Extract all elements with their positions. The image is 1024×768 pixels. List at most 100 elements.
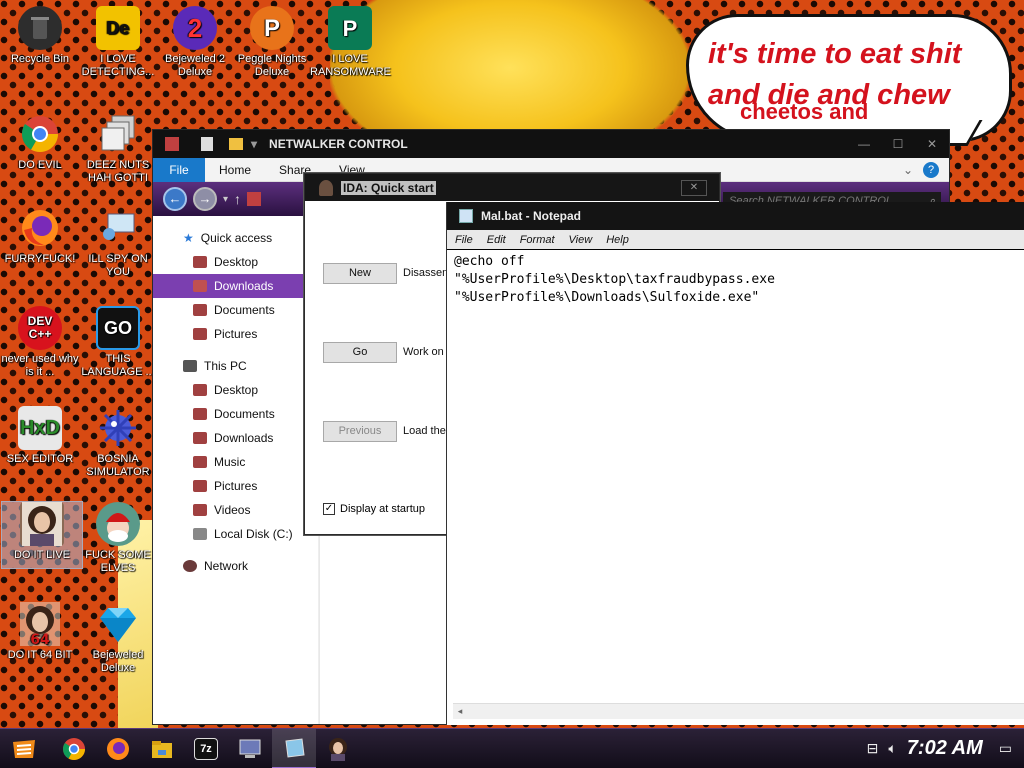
minimize-button[interactable]: — <box>847 137 881 151</box>
menu-view[interactable]: View <box>569 234 593 246</box>
notepad-menubar: File Edit Format View Help <box>447 230 1024 250</box>
desktop-icon-label: Recycle Bin <box>10 53 70 65</box>
file-explorer-icon <box>152 740 172 758</box>
nav-quick-access[interactable]: ★ Quick access <box>153 226 318 250</box>
start-button[interactable] <box>0 729 48 768</box>
nav-pc-local-disk[interactable]: Local Disk (C:) <box>153 522 318 546</box>
volume-icon[interactable]: 🔈︎ <box>888 740 896 757</box>
explorer-qat-dropdown-icon[interactable]: ▾ <box>251 137 257 151</box>
ribbon-tab-file[interactable]: File <box>153 157 205 182</box>
nav-network[interactable]: Network <box>153 554 318 578</box>
menu-help[interactable]: Help <box>606 234 629 246</box>
ribbon-tab-home[interactable]: Home <box>205 163 265 177</box>
desktop-icon-label: BOSNIA SIMULATOR <box>86 453 150 478</box>
desktop-icon-furryfuck[interactable]: FURRYFUCK! <box>0 206 80 266</box>
desktop-icon-do-it-live[interactable]: DO IT LIVE <box>1 501 83 569</box>
nav-pc-videos[interactable]: Videos <box>153 498 318 522</box>
action-center-icon[interactable]: ▭ <box>999 740 1012 757</box>
notepad-text-area[interactable]: @echo off "%UserProfile%\Desktop\taxfrau… <box>454 253 1014 701</box>
publisher-icon: P <box>328 6 372 50</box>
nav-label: Downloads <box>214 431 274 445</box>
desktop-icon-bejeweled-deluxe[interactable]: Bejeweled Deluxe <box>78 602 158 675</box>
back-button[interactable]: ← <box>163 187 187 211</box>
nav-label: Pictures <box>214 479 258 493</box>
clock[interactable]: 7:02 AM <box>907 737 983 760</box>
close-button[interactable]: ✕ <box>915 137 949 151</box>
pictures-icon <box>193 328 207 340</box>
desktop-icon-i-love-detecting[interactable]: De I LOVE DETECTING... <box>78 6 158 79</box>
horizontal-scrollbar[interactable]: ◂ <box>453 703 1024 719</box>
nav-quick-pictures[interactable]: Pictures <box>153 322 318 346</box>
nav-pc-pictures[interactable]: Pictures <box>153 474 318 498</box>
scroll-left-icon[interactable]: ◂ <box>453 704 467 718</box>
ida-close-button[interactable]: ✕ <box>681 179 707 196</box>
nav-pc-music[interactable]: Music <box>153 450 318 474</box>
desktop-icon-do-it-64-bit[interactable]: 64 DO IT 64 BIT <box>0 602 80 662</box>
system-tray: ⊟ 🔈︎ 7:02 AM ▭ <box>867 737 1024 760</box>
maximize-button[interactable]: ☐ <box>881 137 915 151</box>
desktop-icon-devcpp[interactable]: DEV C++ never used why is it ... <box>0 306 80 379</box>
videos-icon <box>193 504 207 516</box>
desktop-icon-label: Peggle Nights Deluxe <box>237 53 307 78</box>
nav-quick-documents[interactable]: Documents <box>153 298 318 322</box>
ida-display-at-startup[interactable]: ✓ Display at startup <box>323 503 425 515</box>
taskbar-firefox[interactable] <box>96 729 140 768</box>
notepad-titlebar[interactable]: Mal.bat - Notepad <box>447 202 1024 230</box>
ribbon-expand-icon[interactable]: ⌄ <box>903 163 913 177</box>
nav-quick-desktop[interactable]: Desktop <box>153 250 318 274</box>
desktop-icon-i-love-ransomware[interactable]: P I LOVE RANSOMWARE <box>310 6 391 79</box>
explorer-qat-properties-icon[interactable] <box>201 137 213 151</box>
desktop-icon-this-language[interactable]: GO THIS LANGUAGE ... <box>78 306 158 379</box>
nav-label: Documents <box>214 303 275 317</box>
ida-new-description: Disassem <box>403 267 452 279</box>
nav-pc-desktop[interactable]: Desktop <box>153 378 318 402</box>
nav-label: Desktop <box>214 255 259 269</box>
nav-pc-downloads[interactable]: Downloads <box>153 426 318 450</box>
explorer-titlebar[interactable]: ▾ NETWALKER CONTROL — ☐ ✕ <box>153 130 949 158</box>
up-button[interactable]: ↑ <box>234 191 241 207</box>
notepad-window[interactable]: Mal.bat - Notepad File Edit Format View … <box>446 202 1024 725</box>
nav-label: Documents <box>214 407 275 421</box>
ida-new-button[interactable]: New <box>323 263 397 284</box>
diamond-icon <box>96 602 140 646</box>
desktop-icon-label: FURRYFUCK! <box>4 253 76 265</box>
forward-button[interactable]: → <box>193 187 217 211</box>
recycle-bin-icon <box>18 6 62 50</box>
nav-this-pc[interactable]: This PC <box>153 354 318 378</box>
desktop-icon-recycle-bin[interactable]: Recycle Bin <box>0 6 80 66</box>
recent-locations-icon[interactable]: ▾ <box>223 194 228 205</box>
desktop-icon-fuck-some-elves[interactable]: FUCK SOME ELVES <box>78 502 158 575</box>
desktop-icon-label: never used why is it ... <box>1 353 79 378</box>
ida-go-button[interactable]: Go <box>323 342 397 363</box>
notepad-title: Mal.bat - Notepad <box>481 209 582 223</box>
desktop-icon-do-evil[interactable]: DO EVIL <box>0 112 80 172</box>
taskbar-file-explorer[interactable] <box>140 729 184 768</box>
nav-quick-downloads[interactable]: Downloads <box>153 274 318 298</box>
desktop-icon-deez-nuts[interactable]: DEEZ NUTS HAH GOTTI <box>78 112 158 185</box>
desktop-icon-bejeweled-2[interactable]: 2 Bejeweled 2 Deluxe <box>155 6 235 79</box>
7zip-icon: 7z <box>194 737 218 760</box>
help-icon[interactable]: ? <box>923 161 939 178</box>
taskbar-7zip[interactable]: 7z <box>184 729 228 768</box>
desktop-icon-bosnia-simulator[interactable]: BOSNIA SIMULATOR <box>78 406 158 479</box>
taskbar-portrait-app[interactable] <box>316 729 360 768</box>
taskbar-chrome[interactable] <box>52 729 96 768</box>
desktop-icon-sex-editor[interactable]: HxD SEX EDITOR <box>0 406 80 466</box>
nav-pc-documents[interactable]: Documents <box>153 402 318 426</box>
network-tray-icon[interactable]: ⊟ <box>867 740 879 757</box>
ida-titlebar[interactable]: IDA: Quick start ✕ <box>305 174 719 201</box>
desktop-icon-peggle-nights[interactable]: P Peggle Nights Deluxe <box>232 6 312 79</box>
menu-format[interactable]: Format <box>520 234 555 246</box>
menu-file[interactable]: File <box>455 234 473 246</box>
taskbar-computer[interactable] <box>228 729 272 768</box>
mine-icon <box>96 406 140 450</box>
desktop-icon-ill-spy-on-you[interactable]: ILL SPY ON YOU <box>78 206 158 279</box>
ida-previous-button[interactable]: Previous <box>323 421 397 442</box>
checkbox[interactable]: ✓ <box>323 503 335 515</box>
explorer-qat-folder-icon[interactable] <box>229 138 243 150</box>
drive-icon <box>193 528 207 540</box>
location-icon <box>247 192 262 206</box>
menu-edit[interactable]: Edit <box>487 234 506 246</box>
taskbar-notepad[interactable] <box>272 728 316 768</box>
nav-label: Desktop <box>214 383 259 397</box>
